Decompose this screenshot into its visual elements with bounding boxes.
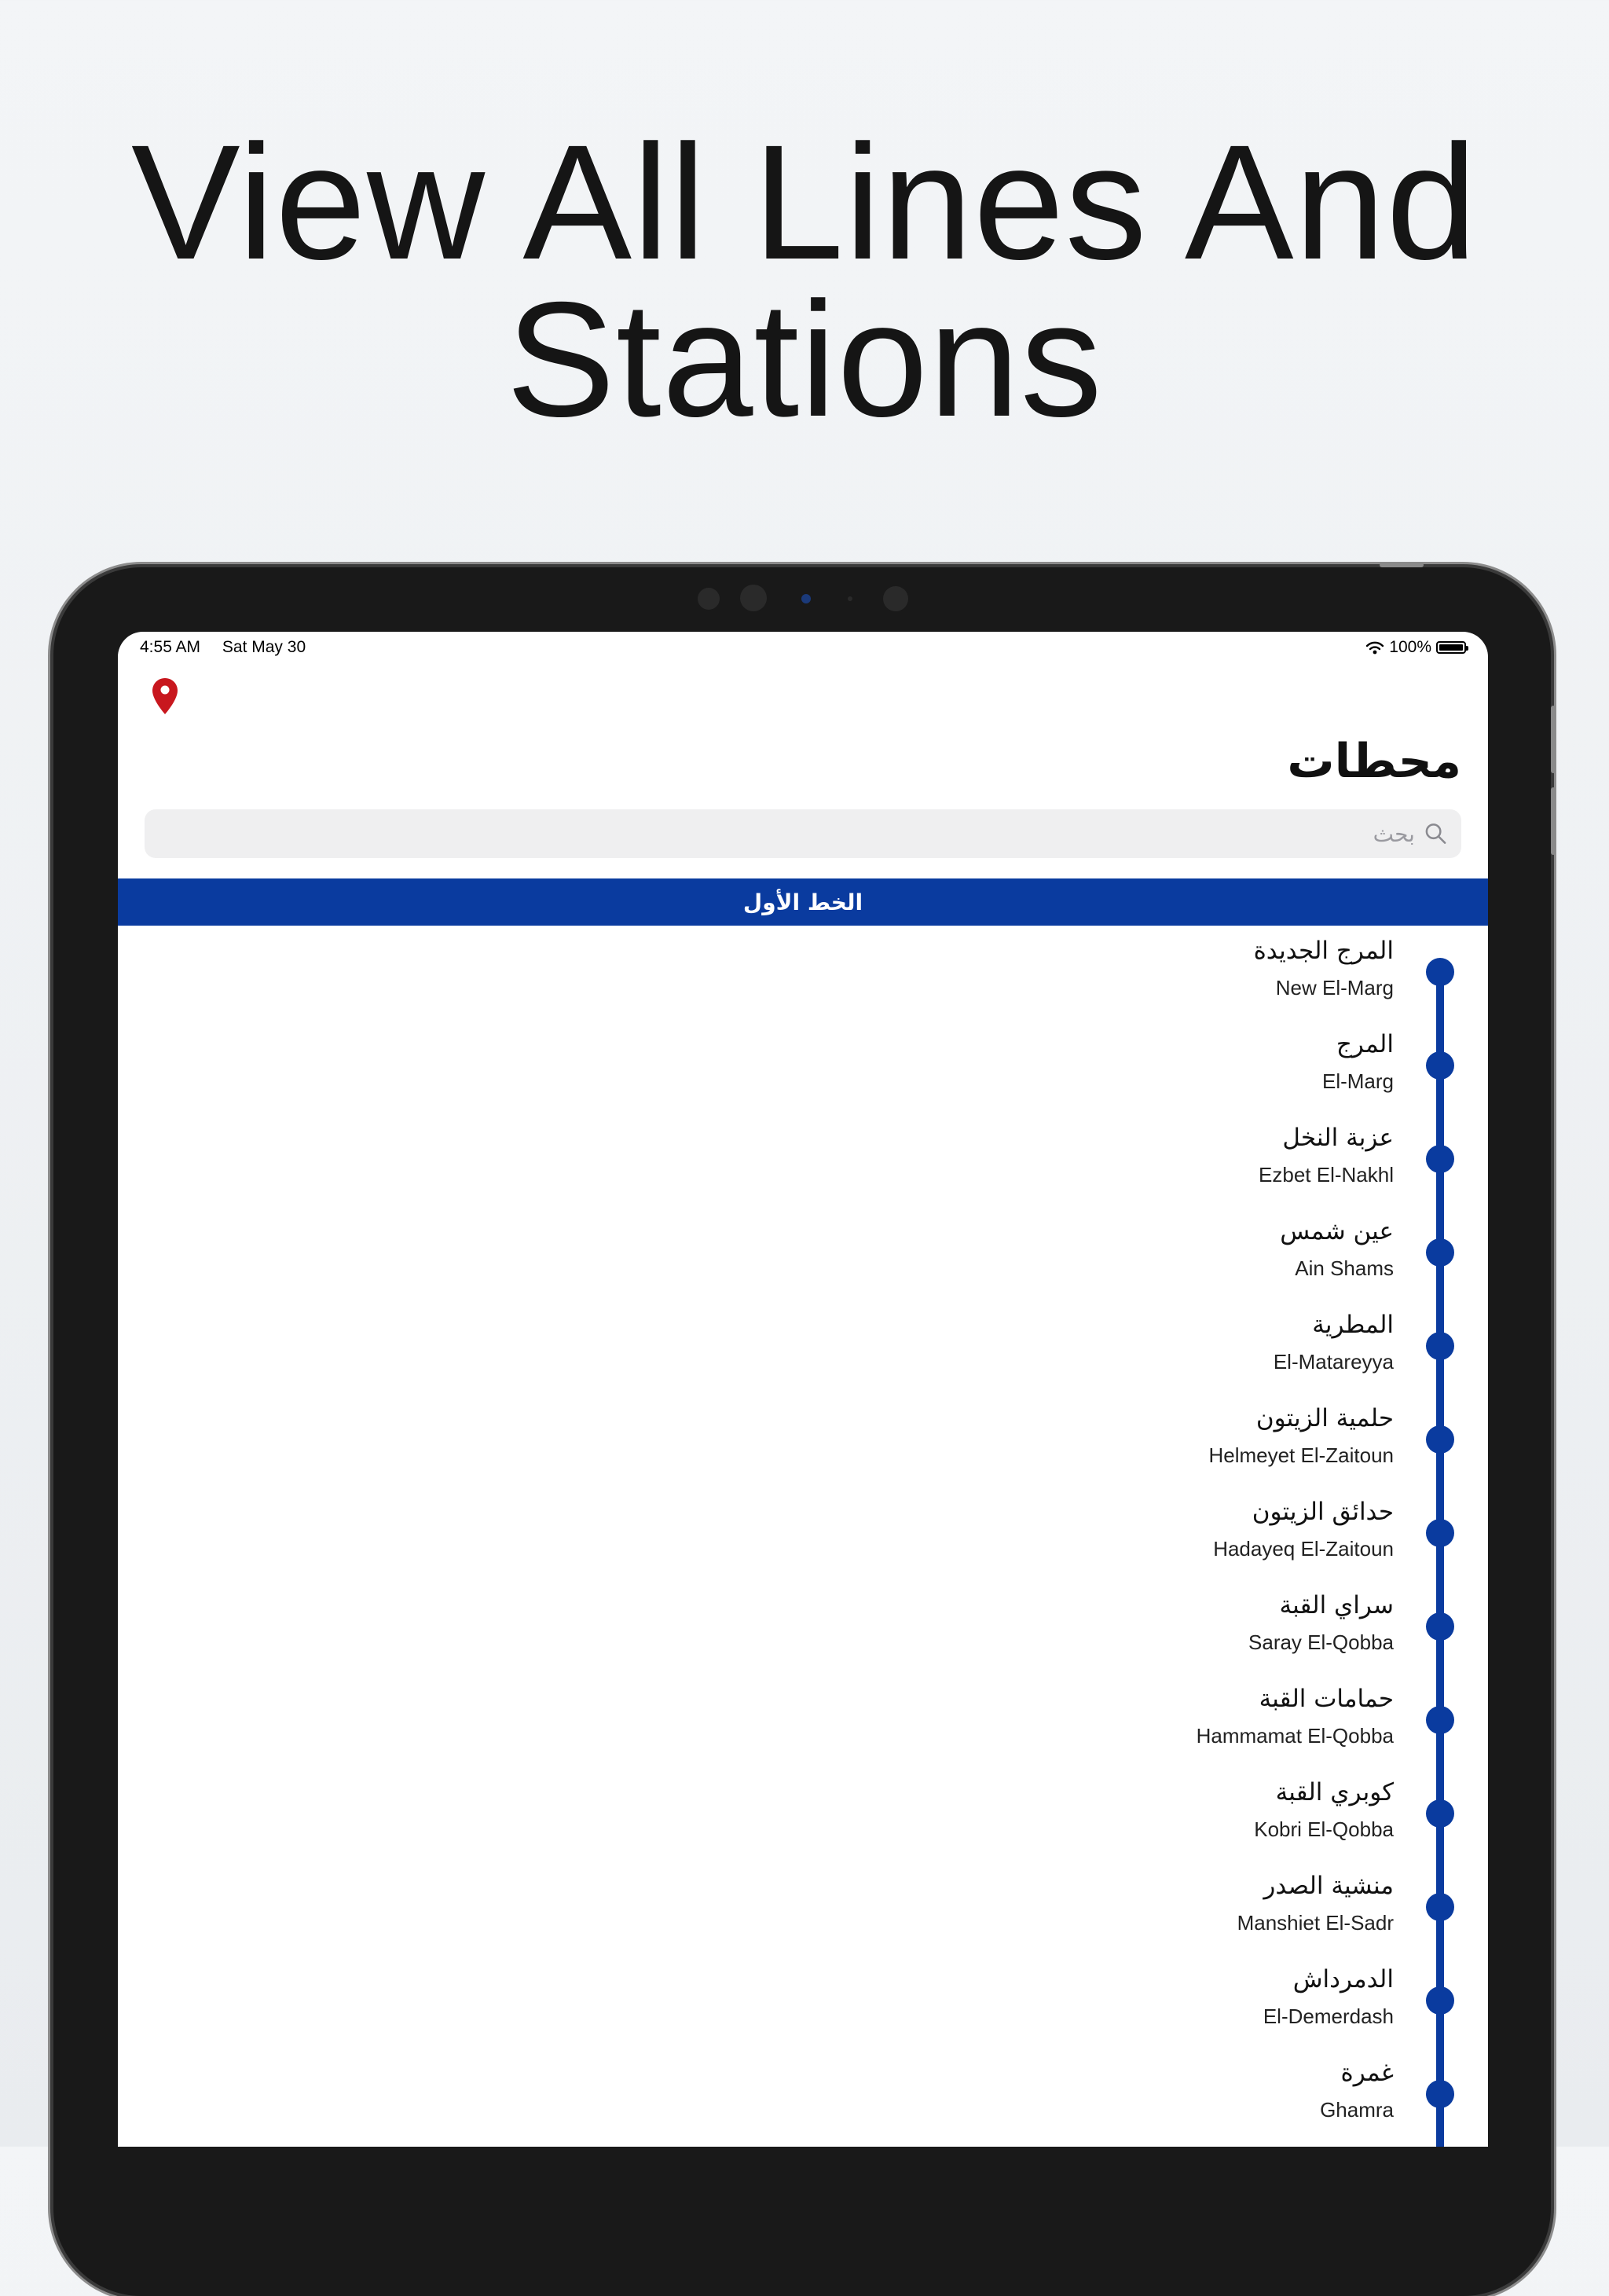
status-date: Sat May 30	[222, 638, 306, 656]
station-name-en: Ezbet El-Nakhl	[1259, 1163, 1394, 1187]
app-screen: 4:55 AM Sat May 30 100% محطات الخط الأول	[118, 632, 1488, 2147]
station-name-en: Saray El-Qobba	[1248, 1630, 1394, 1654]
station-item[interactable]: كوبري القبة Kobri El-Qobba	[118, 1767, 1488, 1861]
station-name-ar: غمرة	[1340, 2059, 1394, 2087]
station-dot	[1426, 1893, 1454, 1921]
battery-percent: 100%	[1389, 638, 1431, 656]
station-name-ar: الدمرداش	[1292, 1965, 1394, 1993]
station-dot	[1426, 1519, 1454, 1547]
station-item[interactable]: حلمية الزيتون Helmeyet El-Zaitoun	[118, 1393, 1488, 1487]
status-time: 4:55 AM	[140, 638, 201, 656]
station-dot	[1426, 1612, 1454, 1641]
line-header: الخط الأول	[118, 878, 1488, 926]
station-name-en: Hammamat El-Qobba	[1196, 1724, 1394, 1748]
station-name-ar: سراي القبة	[1279, 1591, 1394, 1619]
location-button[interactable]	[151, 677, 179, 716]
sensor-dot	[883, 586, 908, 611]
station-name-en: El-Matareyya	[1273, 1350, 1394, 1374]
headline: View All Lines And Stations	[0, 121, 1609, 442]
station-name-en: Ghamra	[1320, 2098, 1394, 2122]
station-name-ar: حلمية الزيتون	[1255, 1404, 1394, 1432]
station-item[interactable]: سراي القبة Saray El-Qobba	[118, 1580, 1488, 1674]
station-item[interactable]: المرج El-Marg	[118, 1019, 1488, 1113]
station-item[interactable]: المطرية El-Matareyya	[118, 1300, 1488, 1393]
station-name-ar: كوبري القبة	[1275, 1778, 1394, 1806]
station-name-en: Hadayeq El-Zaitoun	[1213, 1537, 1394, 1561]
station-dot	[1426, 1986, 1454, 2015]
station-item[interactable]: عين شمس Ain Shams	[118, 1206, 1488, 1300]
headline-line-2: Stations	[506, 269, 1103, 451]
station-list: المرج الجديدة New El-Marg المرج El-Marg …	[118, 926, 1488, 2147]
station-dot	[1426, 1051, 1454, 1080]
station-name-en: Manshiet El-Sadr	[1237, 1911, 1394, 1935]
station-item[interactable]: غمرة Ghamra	[118, 2048, 1488, 2141]
search-icon	[1425, 823, 1446, 844]
front-camera	[801, 594, 811, 603]
station-item[interactable]: حمامات القبة Hammamat El-Qobba	[118, 1674, 1488, 1767]
station-name-en: New El-Marg	[1275, 976, 1394, 999]
station-item[interactable]: الدمرداش El-Demerdash	[118, 1954, 1488, 2048]
status-bar: 4:55 AM Sat May 30 100%	[118, 632, 1488, 663]
station-dot	[1426, 1425, 1454, 1454]
headline-line-1: View All Lines And	[131, 112, 1478, 294]
volume-down-button	[1551, 787, 1556, 855]
station-name-ar: المرج الجديدة	[1253, 937, 1394, 965]
location-pin-icon	[152, 678, 178, 714]
station-name-ar: حدائق الزيتون	[1252, 1498, 1394, 1526]
station-item[interactable]: منشية الصدر Manshiet El-Sadr	[118, 1861, 1488, 1954]
station-item[interactable]: حدائق الزيتون Hadayeq El-Zaitoun	[118, 1487, 1488, 1580]
station-name-ar: عزبة النخل	[1282, 1124, 1394, 1152]
station-dot	[1426, 1145, 1454, 1173]
sensor-dot	[698, 588, 720, 610]
top-button	[1380, 563, 1424, 567]
station-name-en: El-Marg	[1321, 1069, 1394, 1093]
station-dot	[1426, 1799, 1454, 1828]
search-input[interactable]	[145, 820, 1424, 847]
sensor-dot	[848, 596, 852, 601]
wifi-icon	[1366, 641, 1384, 655]
station-name-en: Helmeyet El-Zaitoun	[1208, 1443, 1394, 1467]
station-name-ar: منشية الصدر	[1263, 1872, 1394, 1900]
station-name-ar: المطرية	[1312, 1311, 1394, 1339]
station-name-ar: المرج	[1336, 1030, 1394, 1058]
sensor-dot	[740, 585, 767, 611]
station-dot	[1426, 1706, 1454, 1734]
station-item[interactable]: عزبة النخل Ezbet El-Nakhl	[118, 1113, 1488, 1206]
station-dot	[1426, 958, 1454, 986]
station-name-en: El-Demerdash	[1263, 2004, 1394, 2028]
station-item[interactable]: المرج الجديدة New El-Marg	[118, 926, 1488, 1019]
station-dot	[1426, 2080, 1454, 2108]
station-dot	[1426, 1332, 1454, 1360]
volume-up-button	[1551, 706, 1556, 773]
battery-icon	[1436, 641, 1468, 654]
station-name-ar: حمامات القبة	[1259, 1685, 1394, 1713]
station-name-en: Kobri El-Qobba	[1254, 1817, 1394, 1841]
station-dot	[1426, 1238, 1454, 1267]
search-bar[interactable]	[145, 809, 1461, 858]
station-name-en: Ain Shams	[1295, 1256, 1394, 1280]
station-name-ar: عين شمس	[1280, 1217, 1394, 1245]
page-title: محطات	[1287, 734, 1461, 789]
